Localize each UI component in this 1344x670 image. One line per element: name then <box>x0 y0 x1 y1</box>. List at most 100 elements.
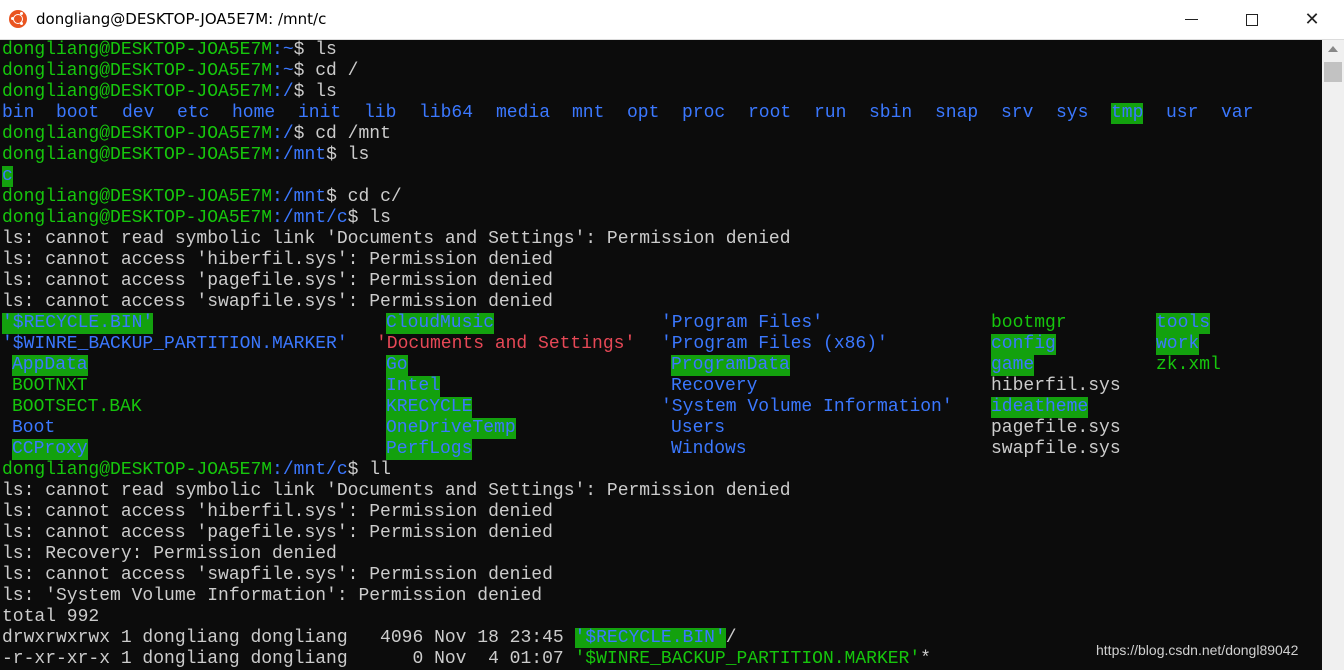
listing-entry: KRECYCLE <box>386 397 472 418</box>
listing-entry: BOOTNXT <box>12 376 88 397</box>
dir-entry: proc <box>682 103 725 124</box>
dir-entry: srv <box>1001 103 1033 124</box>
listing-entry: pagefile.sys <box>991 418 1121 439</box>
dir-entry: init <box>298 103 341 124</box>
prompt-user: dongliang@DESKTOP-JOA5E7M <box>2 40 272 60</box>
listing-entry: work <box>1156 334 1199 355</box>
dir-entry-highlighted: c <box>2 166 13 187</box>
error-line: ls: cannot read symbolic link 'Documents… <box>2 481 791 502</box>
prompt-line: dongliang@DESKTOP-JOA5E7M:~$ cd / <box>2 61 358 82</box>
prompt-line: dongliang@DESKTOP-JOA5E7M:/mnt/c$ ls <box>2 208 391 229</box>
terminal-output[interactable]: dongliang@DESKTOP-JOA5E7M:~$ ls donglian… <box>0 40 1322 670</box>
listing-entry: PerfLogs <box>386 439 472 460</box>
prompt-user: dongliang@DESKTOP-JOA5E7M <box>2 82 272 102</box>
listing-entry: Go <box>386 355 408 376</box>
prompt-line: dongliang@DESKTOP-JOA5E7M:/mnt/c$ ll <box>2 460 391 481</box>
listing-entry: config <box>991 334 1056 355</box>
ubuntu-icon[interactable] <box>9 10 27 28</box>
listing-entry: Users <box>671 418 725 439</box>
error-line: ls: cannot access 'swapfile.sys': Permis… <box>2 565 553 586</box>
dir-entry: boot <box>56 103 99 124</box>
dir-entry: var <box>1221 103 1253 124</box>
listing-entry: '$RECYCLE.BIN' <box>2 313 153 334</box>
prompt-path: :~ <box>272 40 294 60</box>
dir-entry: usr <box>1166 103 1198 124</box>
file-name: '$RECYCLE.BIN' <box>575 628 726 648</box>
dir-entry: opt <box>627 103 659 124</box>
prompt-line: dongliang@DESKTOP-JOA5E7M:/$ cd /mnt <box>2 124 391 145</box>
command-text: $ ll <box>348 460 391 480</box>
listing-entry: ideatheme <box>991 397 1088 418</box>
file-meta: drwxrwxrwx 1 dongliang dongliang 4096 No… <box>2 628 575 648</box>
listing-entry: OneDriveTemp <box>386 418 516 439</box>
listing-entry: 'System Volume Information' <box>661 397 953 418</box>
dir-entry-highlighted: tmp <box>1111 103 1143 124</box>
close-icon: ✕ <box>1304 9 1319 30</box>
dir-entry: sbin <box>869 103 912 124</box>
scroll-up-icon[interactable] <box>1328 46 1338 52</box>
dir-entry: lib <box>364 103 396 124</box>
dir-entry: mnt <box>572 103 604 124</box>
listing-entry: bootmgr <box>991 313 1067 334</box>
file-suffix: * <box>920 649 931 669</box>
listing-entry: Intel <box>386 376 440 397</box>
error-line: ls: cannot access 'pagefile.sys': Permis… <box>2 271 553 292</box>
dir-entry: etc <box>177 103 209 124</box>
error-line: ls: Recovery: Permission denied <box>2 544 337 565</box>
minimize-icon <box>1185 19 1198 20</box>
close-button[interactable]: ✕ <box>1282 0 1342 39</box>
command-text: $ ls <box>294 82 337 102</box>
error-line: ls: cannot read symbolic link 'Documents… <box>2 229 791 250</box>
command-text: $ cd / <box>294 61 359 81</box>
error-line: ls: cannot access 'hiberfil.sys': Permis… <box>2 502 553 523</box>
prompt-user: dongliang@DESKTOP-JOA5E7M <box>2 460 272 480</box>
prompt-user: dongliang@DESKTOP-JOA5E7M <box>2 187 272 207</box>
maximize-icon <box>1246 14 1258 26</box>
listing-entry: tools <box>1156 313 1210 334</box>
dir-entry: root <box>748 103 791 124</box>
listing-entry: Boot <box>12 418 55 439</box>
prompt-user: dongliang@DESKTOP-JOA5E7M <box>2 208 272 228</box>
file-meta: -r-xr-xr-x 1 dongliang dongliang 0 Nov 4… <box>2 649 575 669</box>
error-line: ls: cannot access 'hiberfil.sys': Permis… <box>2 250 553 271</box>
dir-entry: dev <box>122 103 154 124</box>
listing-entry: 'Program Files (x86)' <box>661 334 888 355</box>
prompt-path: :/mnt/c <box>272 460 348 480</box>
file-suffix: / <box>726 628 737 648</box>
maximize-button[interactable] <box>1222 0 1282 39</box>
dir-entry: sys <box>1056 103 1088 124</box>
listing-entry: 'Program Files' <box>661 313 823 334</box>
listing-entry: hiberfil.sys <box>991 376 1121 397</box>
listing-entry: CloudMusic <box>386 313 494 334</box>
title-bar: dongliang@DESKTOP-JOA5E7M: /mnt/c ✕ <box>0 0 1344 40</box>
dir-entry: bin <box>2 103 34 124</box>
prompt-path: :/ <box>272 124 294 144</box>
prompt-path: :/mnt <box>272 187 326 207</box>
scroll-thumb[interactable] <box>1324 62 1342 82</box>
command-text: $ ls <box>294 40 337 60</box>
prompt-user: dongliang@DESKTOP-JOA5E7M <box>2 145 272 165</box>
window-title: dongliang@DESKTOP-JOA5E7M: /mnt/c <box>36 10 326 28</box>
ll-entry: -r-xr-xr-x 1 dongliang dongliang 0 Nov 4… <box>2 649 931 670</box>
command-text: $ ls <box>326 145 369 165</box>
prompt-line: dongliang@DESKTOP-JOA5E7M:/$ ls <box>2 82 337 103</box>
prompt-path: :/mnt/c <box>272 208 348 228</box>
file-name: '$WINRE_BACKUP_PARTITION.MARKER' <box>575 649 921 669</box>
minimize-button[interactable] <box>1162 0 1222 39</box>
dir-entry: run <box>814 103 846 124</box>
listing-entry: swapfile.sys <box>991 439 1121 460</box>
prompt-user: dongliang@DESKTOP-JOA5E7M <box>2 124 272 144</box>
listing-entry: 'Documents and Settings' <box>376 334 635 355</box>
command-text: $ ls <box>348 208 391 228</box>
prompt-path: :/ <box>272 82 294 102</box>
prompt-path: :~ <box>272 61 294 81</box>
total-line: total 992 <box>2 607 99 628</box>
vertical-scrollbar[interactable] <box>1322 40 1344 670</box>
error-line: ls: cannot access 'pagefile.sys': Permis… <box>2 523 553 544</box>
listing-entry: BOOTSECT.BAK <box>12 397 142 418</box>
command-text: $ cd /mnt <box>294 124 391 144</box>
error-line: ls: cannot access 'swapfile.sys': Permis… <box>2 292 553 313</box>
listing-entry: AppData <box>12 355 88 376</box>
dir-entry: home <box>232 103 275 124</box>
listing-entry: Windows <box>671 439 747 460</box>
